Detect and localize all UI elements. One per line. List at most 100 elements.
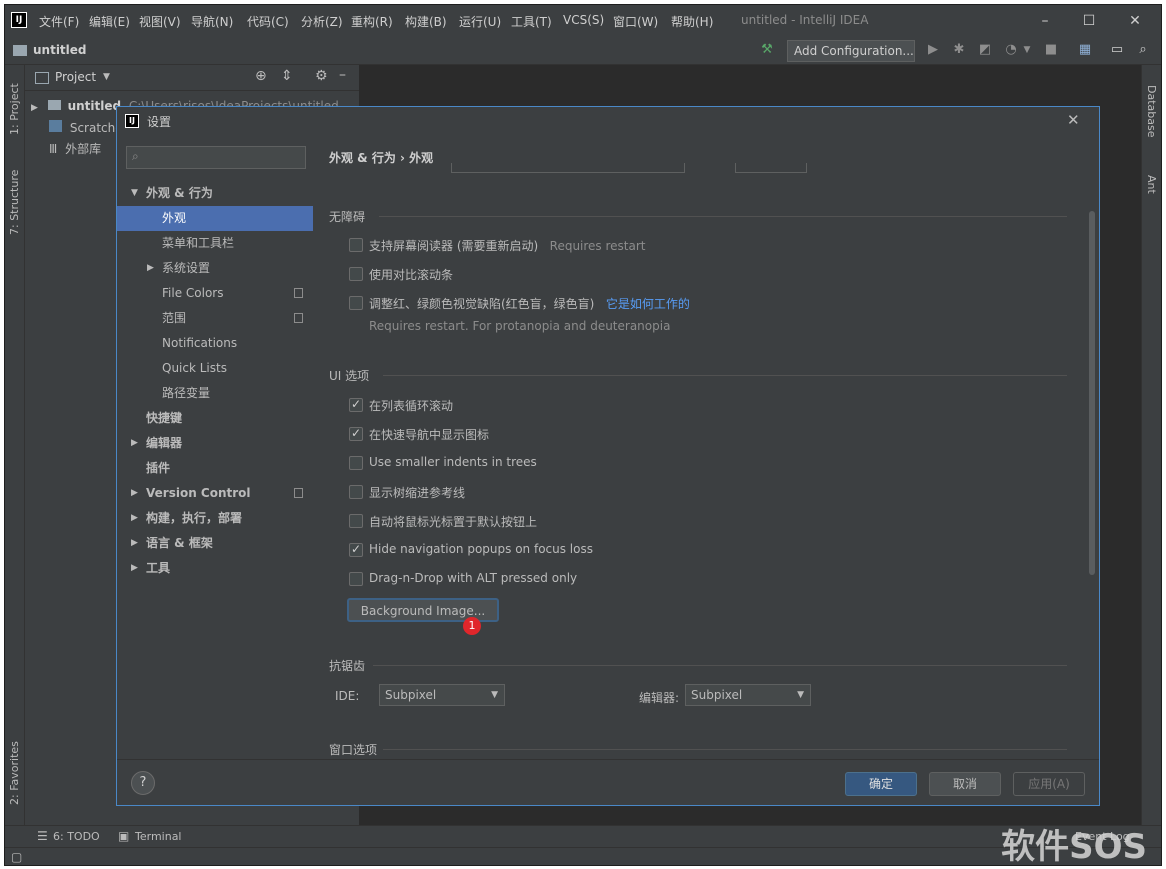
project-breadcrumb[interactable]: untitled — [33, 43, 87, 57]
screen-reader-hint: Requires restart — [549, 239, 646, 253]
sidebar-item-label: 插件 — [146, 461, 171, 475]
sidebar-item[interactable]: Quick Lists — [117, 356, 313, 381]
chevron-right-icon[interactable]: ▶ — [131, 556, 138, 581]
maximize-button[interactable]: ☐ — [1079, 11, 1099, 31]
apply-button[interactable]: 应用(A) — [1013, 772, 1085, 796]
sidebar-item[interactable]: 快捷键 — [117, 406, 313, 431]
sidebar-item[interactable]: 范围 — [117, 306, 313, 331]
checkbox-box[interactable] — [349, 572, 363, 586]
sidebar-item[interactable]: ▶ Version Control — [117, 481, 313, 506]
menu-item[interactable]: 文件(F) — [39, 13, 79, 30]
collapse-all-icon[interactable]: ⇕ — [281, 68, 293, 84]
sidebar-item[interactable]: ▶ 编辑器 — [117, 431, 313, 456]
menu-item[interactable]: 重构(R) — [351, 13, 393, 30]
sidebar-item[interactable]: ▶ 构建，执行，部署 — [117, 506, 313, 531]
chevron-right-icon[interactable]: ▶ — [131, 481, 138, 506]
tab-ant[interactable]: Ant — [1145, 175, 1158, 194]
help-button[interactable]: ? — [131, 771, 155, 795]
debug-icon[interactable]: ✱ — [951, 42, 967, 58]
project-level-icon — [294, 488, 303, 498]
checkbox-box[interactable] — [349, 542, 363, 557]
sidebar-item[interactable]: ▶ 工具 — [117, 556, 313, 581]
settings-content: 外观 & 行为 › 外观 无障碍 支持屏幕阅读器 (需要重新启动) Requir… — [313, 135, 1099, 759]
checkbox-box[interactable] — [349, 296, 363, 310]
sidebar-item[interactable]: 插件 — [117, 456, 313, 481]
project-view-selector[interactable]: Project — [55, 70, 96, 84]
search-icon[interactable]: ⌕ — [1135, 42, 1151, 58]
menu-item[interactable]: 分析(Z) — [301, 13, 343, 30]
tab-terminal[interactable]: Terminal — [135, 830, 182, 843]
close-window-button[interactable]: ✕ — [1125, 11, 1145, 31]
locate-icon[interactable]: ⊕ — [255, 68, 267, 84]
checkbox-box[interactable] — [349, 456, 363, 470]
menu-item[interactable]: VCS(S) — [563, 13, 604, 27]
content-scrollbar[interactable] — [1089, 211, 1095, 575]
sidebar-item[interactable]: Notifications — [117, 331, 313, 356]
chevron-right-icon[interactable]: ▶ — [131, 531, 138, 556]
ok-button[interactable]: 确定 — [845, 772, 917, 796]
checkbox-box[interactable] — [349, 267, 363, 281]
gear-icon[interactable]: ⚙ — [315, 68, 328, 84]
checkbox-box[interactable] — [349, 397, 363, 412]
profile-icon[interactable]: ◔ — [1003, 42, 1019, 58]
menu-item[interactable]: 运行(U) — [459, 13, 501, 30]
checkbox-box[interactable] — [349, 514, 363, 528]
checkbox-box[interactable] — [349, 485, 363, 499]
chevron-down-icon[interactable]: ▼ — [1019, 42, 1035, 58]
tab-favorites[interactable]: 2: Favorites — [8, 741, 21, 805]
stop-icon[interactable]: ■ — [1043, 42, 1059, 58]
build-hammer-icon[interactable]: ⚒ — [759, 42, 775, 58]
chevron-down-icon[interactable]: ▼ — [131, 181, 138, 206]
sidebar-item[interactable]: 菜单和工具栏 — [117, 231, 313, 256]
menu-item[interactable]: 工具(T) — [511, 13, 552, 30]
settings-search-input[interactable]: ⌕ — [126, 146, 306, 169]
chevron-right-icon[interactable]: ▶ — [147, 256, 154, 281]
color-deficiency-hint: Requires restart. For protanopia and deu… — [369, 319, 671, 333]
sidebar-item[interactable]: ▼ 外观 & 行为 — [117, 181, 313, 206]
intellij-logo-icon: IJ — [125, 114, 139, 128]
tree-item-external-libraries[interactable]: Ⅲ 外部库 — [49, 140, 101, 157]
window-layout-icon[interactable]: ▭ — [1109, 42, 1125, 58]
chevron-right-icon[interactable]: ▶ — [131, 506, 138, 531]
menu-item[interactable]: 导航(N) — [191, 13, 233, 30]
hide-panel-icon[interactable]: – — [339, 67, 346, 83]
tab-structure[interactable]: 7: Structure — [8, 170, 21, 235]
close-icon[interactable]: ✕ — [1067, 111, 1080, 129]
section-divider — [373, 665, 1067, 666]
menu-item[interactable]: 视图(V) — [139, 13, 181, 30]
minimize-button[interactable]: – — [1035, 11, 1055, 31]
menu-item[interactable]: 编辑(E) — [89, 13, 130, 30]
ui-option-label: 在快速导航中显示图标 — [369, 428, 490, 442]
run-icon[interactable]: ▶ — [925, 42, 941, 58]
sidebar-item[interactable]: ▶ 语言 & 框架 — [117, 531, 313, 556]
chevron-down-icon[interactable]: ▼ — [103, 72, 110, 82]
sidebar-item[interactable]: 外观 — [117, 206, 313, 231]
sidebar-item-label: 构建，执行，部署 — [146, 511, 243, 525]
dialog-title-bar: IJ 设置 ✕ — [117, 107, 1099, 135]
tab-database[interactable]: Database — [1145, 85, 1158, 138]
ide-antialiasing-select[interactable]: Subpixel ▼ — [379, 684, 505, 706]
expand-arrow-icon: ▶ — [31, 103, 38, 113]
editor-antialiasing-value: Subpixel — [691, 688, 743, 702]
menu-item[interactable]: 代码(C) — [247, 13, 289, 30]
tab-project[interactable]: 1: Project — [8, 83, 21, 135]
sidebar-item[interactable]: File Colors — [117, 281, 313, 306]
project-level-icon — [294, 313, 303, 323]
external-libraries-label: 外部库 — [65, 142, 102, 156]
add-configuration-button[interactable]: Add Configuration... — [787, 40, 915, 62]
menu-item[interactable]: 帮助(H) — [671, 13, 713, 30]
sidebar-item[interactable]: ▶ 系统设置 — [117, 256, 313, 281]
chevron-right-icon[interactable]: ▶ — [131, 431, 138, 456]
checkbox-box[interactable] — [349, 238, 363, 252]
coverage-icon[interactable]: ◩ — [977, 42, 993, 58]
cancel-button[interactable]: 取消 — [929, 772, 1001, 796]
status-toggle-icon[interactable]: ▢ — [11, 850, 22, 864]
project-structure-icon[interactable]: ▦ — [1077, 42, 1093, 58]
tab-todo[interactable]: 6: TODO — [53, 830, 100, 843]
editor-antialiasing-select[interactable]: Subpixel ▼ — [685, 684, 811, 706]
checkbox-box[interactable] — [349, 426, 363, 441]
menu-item[interactable]: 窗口(W) — [613, 13, 658, 30]
menu-item[interactable]: 构建(B) — [405, 13, 447, 30]
sidebar-item[interactable]: 路径变量 — [117, 381, 313, 406]
how-it-works-link[interactable]: 它是如何工作的 — [606, 297, 690, 311]
